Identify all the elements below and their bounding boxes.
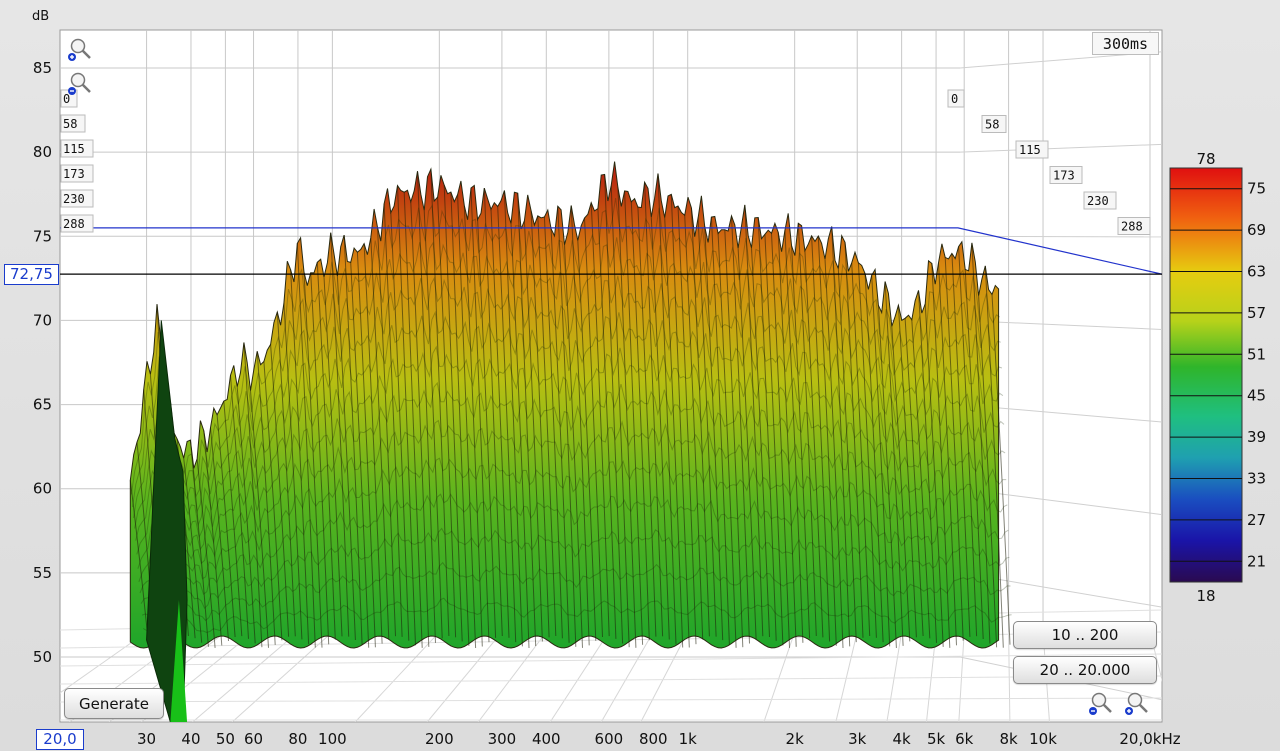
zoom-out-x-icon[interactable] (1088, 690, 1114, 716)
x-tick-label: 800 (639, 730, 668, 748)
colorbar-tick-label: 21 (1247, 552, 1266, 570)
x-tick-label: 50 (216, 730, 235, 748)
colorbar-tick-label: 45 (1247, 387, 1266, 405)
x-tick-label: 30 (137, 730, 156, 748)
colorbar-tick-label: 27 (1247, 511, 1266, 529)
colorbar-max-label: 78 (1196, 150, 1215, 168)
colorbar: 75 69 63 57 51 45 39 33 27 21 78 18 (1169, 150, 1266, 605)
time-label-left: 288 (60, 214, 94, 233)
y-tick-label: 70 (33, 311, 52, 329)
time-label-text: 230 (1087, 194, 1109, 208)
time-label-right: 230 (1083, 191, 1117, 210)
time-label-right: 0 (947, 89, 965, 108)
generate-button[interactable]: Generate (64, 688, 164, 719)
colorbar-min-label: 18 (1196, 587, 1215, 605)
x-tick-label: 5k (927, 730, 946, 748)
time-label-left: 230 (60, 189, 94, 208)
y-tick-label: 60 (33, 480, 52, 498)
x-axis-ticks: 30 40 50 60 80 100 200 300 400 600 800 1k 2k 3k 4k 5k 6k… (137, 730, 1181, 748)
y-tick-label: 85 (33, 59, 52, 77)
x-tick-label: 80 (288, 730, 307, 748)
time-label-left: 58 (60, 114, 86, 133)
x-tick-label: 3k (848, 730, 867, 748)
zoom-out-y-icon[interactable] (67, 70, 93, 96)
x-tick-label: 4k (893, 730, 912, 748)
zoom-in-y-icon[interactable] (67, 36, 93, 62)
time-label-text: 115 (1019, 143, 1041, 157)
colorbar-tick-label: 57 (1247, 304, 1266, 322)
time-label-text: 173 (1053, 169, 1075, 183)
frequency-range-button[interactable]: 20 .. 20.000 (1013, 656, 1157, 684)
time-label-text: 288 (1121, 220, 1143, 234)
time-label-left: 115 (60, 139, 94, 158)
time-label-right: 58 (981, 115, 1007, 133)
time-span-readout: 300ms (1092, 32, 1159, 55)
y-tick-label: 80 (33, 143, 52, 161)
colorbar-tick-label: 75 (1247, 180, 1266, 198)
y-axis-ticks: 85 80 75 70 65 60 55 50 (33, 59, 52, 666)
x-tick-label: 10k (1029, 730, 1057, 748)
x-tick-label: 40 (181, 730, 200, 748)
colorbar-tick-label: 39 (1247, 428, 1266, 446)
y-axis-unit-label: dB (32, 9, 49, 24)
colorbar-tick-label: 51 (1247, 345, 1266, 363)
x-tick-label: 400 (532, 730, 561, 748)
x-tick-label: 2k (786, 730, 805, 748)
time-label-text: 58 (63, 117, 77, 131)
colorbar-tick-label: 69 (1247, 221, 1266, 239)
x-tick-label: 60 (244, 730, 263, 748)
y-tick-label: 65 (33, 396, 52, 414)
time-label-text: 288 (63, 217, 85, 231)
grid-perspective-line (959, 235, 1162, 238)
x-tick-label: 600 (595, 730, 624, 748)
time-label-right: 173 (1049, 166, 1083, 184)
y-tick-label: 55 (33, 564, 52, 582)
colorbar-tick-label: 33 (1247, 470, 1266, 488)
time-label-text: 115 (63, 142, 85, 156)
x-tick-label: 6k (955, 730, 974, 748)
time-label-text: 58 (985, 118, 999, 132)
time-label-left: 173 (60, 164, 94, 183)
x-tick-label: 1k (679, 730, 698, 748)
y-tick-label: 75 (33, 227, 52, 245)
cursor-level-readout[interactable]: 72,75 (4, 264, 59, 285)
time-label-text: 230 (63, 192, 85, 206)
db-range-button[interactable]: 10 .. 200 (1013, 621, 1157, 649)
time-label-text: 173 (63, 167, 85, 181)
zoom-in-x-icon[interactable] (1124, 690, 1150, 716)
x-tick-label: 300 (488, 730, 517, 748)
x-tick-label: 200 (425, 730, 454, 748)
x-tick-label: 100 (318, 730, 347, 748)
colorbar-tick-label: 63 (1247, 263, 1266, 281)
x-tick-label: 8k (999, 730, 1018, 748)
time-label-right: 288 (1117, 217, 1151, 235)
time-label-text: 0 (951, 92, 958, 106)
time-label-right: 115 (1015, 140, 1049, 159)
y-tick-label: 50 (33, 648, 52, 666)
x-tick-label: 20,0kHz (1119, 730, 1180, 748)
x-start-readout[interactable]: 20,0 (36, 729, 84, 750)
